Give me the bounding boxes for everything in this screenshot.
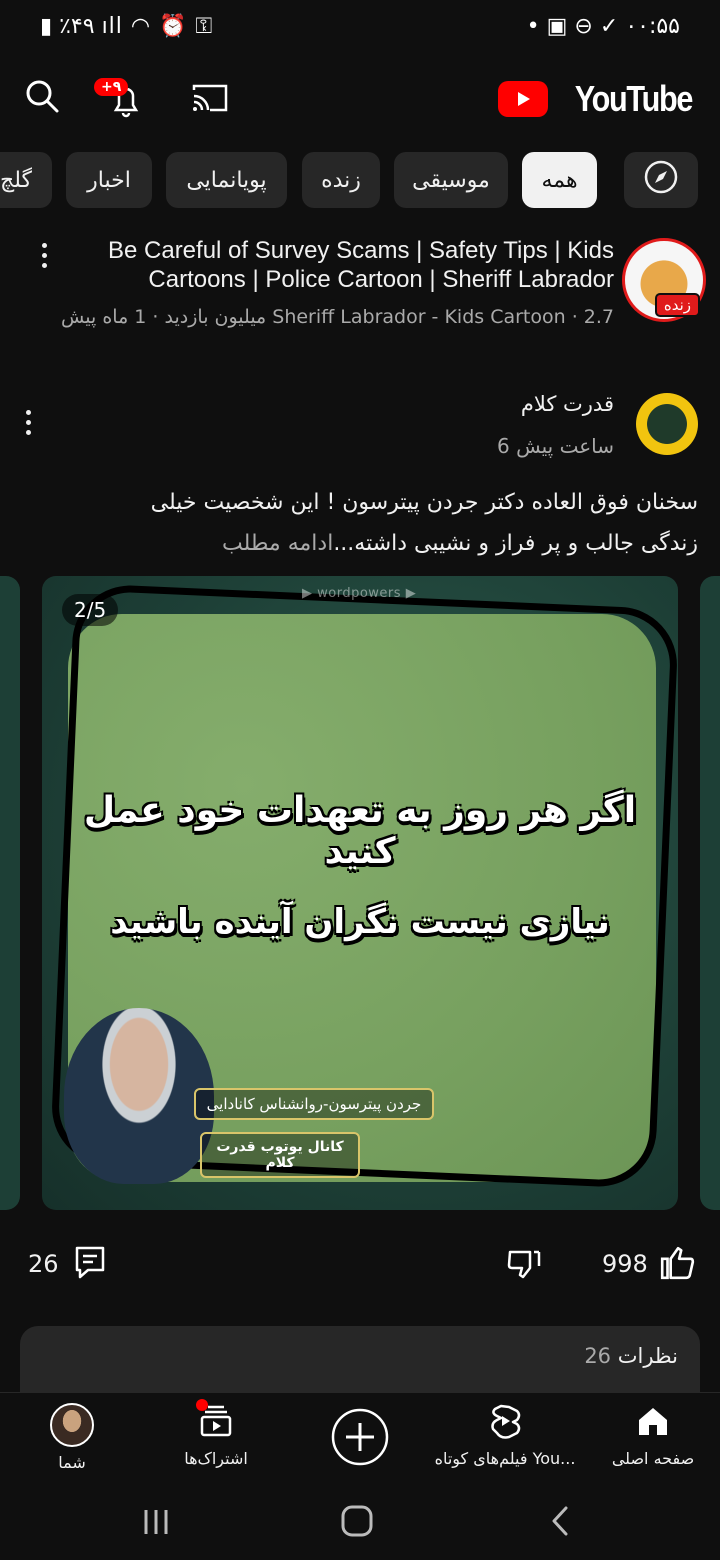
battery-level: ٪۴۹ (59, 14, 95, 39)
status-right: ۰۰:۵۵ ✓ ⊖ ▣ • (527, 14, 680, 39)
like-icon[interactable] (658, 1244, 696, 1282)
nav-subscriptions-label: اشتراک‌ها (184, 1449, 248, 1468)
video-title[interactable]: Be Careful of Survey Scams | Safety Tips… (74, 236, 614, 294)
shorts-icon (487, 1403, 523, 1443)
youtube-logo[interactable]: YouTube (497, 78, 694, 120)
battery-icon: ▮ (40, 14, 53, 39)
comment-icon[interactable] (72, 1244, 108, 1280)
filter-chips: همه موسیقی زنده پویانمایی اخبار گلچ (0, 152, 720, 208)
watermark: ▶ wordpowers ▶ (302, 586, 417, 601)
comments-title: نظرات (617, 1344, 678, 1368)
post-actions: 26 998 (0, 1236, 720, 1296)
search-icon[interactable] (22, 76, 62, 116)
video-title-line1: Be Careful of Survey Scams | Safety Tips… (107, 237, 614, 264)
live-badge: زنده (654, 293, 700, 317)
sim-icon: ▣ (539, 14, 568, 39)
image-counter: 2/5 (62, 594, 119, 626)
post-text-line1: سخنان فوق العاده دکتر جردن پیترسون ! این… (150, 490, 698, 515)
quote-line1: اگر هر روز به تعهدات خود عمل کنید (83, 790, 637, 872)
youtube-wordmark: YouTube (574, 78, 694, 119)
avatar (50, 1403, 94, 1447)
nav-subscriptions[interactable]: اشتراک‌ها (166, 1393, 266, 1483)
notification-badge: +۹ (94, 78, 129, 96)
chip-live[interactable]: زنده (302, 152, 380, 208)
bottom-navigation: صفحه اصلی فیلم‌های کوتاه You... اشتراک‌ه… (0, 1392, 720, 1483)
status-time: ۰۰:۵۵ (625, 14, 680, 39)
video-menu-icon[interactable] (40, 243, 48, 268)
post-text-line2: زندگی جالب و پر فراز و نشیبی داشته...ادا… (18, 523, 698, 564)
chip-all[interactable]: همه (522, 152, 597, 208)
check-icon: ✓ (592, 14, 619, 39)
post-image[interactable]: ▶ wordpowers ▶ 2/5 اگر هر روز به تعهدات … (42, 576, 678, 1210)
post-text[interactable]: سخنان فوق العاده دکتر جردن پیترسون ! این… (18, 482, 698, 564)
dot-icon: • (526, 14, 540, 39)
system-navigation (0, 1482, 720, 1560)
nav-shorts[interactable]: فیلم‌های کوتاه You... (430, 1393, 580, 1483)
post-channel-avatar[interactable] (636, 393, 698, 455)
speaker-photo (64, 1008, 214, 1184)
chip-clips[interactable]: گلچ (0, 152, 52, 208)
nav-home-label: صفحه اصلی (611, 1449, 695, 1468)
chip-animation[interactable]: پویانمایی (166, 152, 287, 208)
likes-count: 998 (602, 1250, 648, 1278)
caption-channel: کانال یوتوب قدرت کلام (200, 1132, 360, 1178)
chip-music[interactable]: موسیقی (394, 152, 508, 208)
new-content-dot (196, 1399, 208, 1411)
quote-line2: نیازی نیست نگران آینده باشید (110, 902, 610, 942)
home-button-icon[interactable] (340, 1504, 374, 1538)
compass-icon (643, 159, 679, 201)
video-title-line2: Cartoons | Police Cartoon | Sheriff Labr… (148, 266, 614, 293)
recent-apps-icon[interactable] (140, 1506, 172, 1538)
nav-you-label: شما (58, 1453, 86, 1472)
status-bar: ▮ ٪۴۹ ıll ◠ ⏰ ⚿ ۰۰:۵۵ ✓ ⊖ ▣ • (0, 0, 720, 56)
back-icon[interactable] (546, 1504, 576, 1538)
comments-count: 26 (28, 1250, 59, 1278)
comments-header: نظرات 26 (584, 1344, 678, 1368)
explore-chip[interactable] (624, 152, 698, 208)
nav-create[interactable] (318, 1393, 402, 1483)
post-channel-name[interactable]: قدرت کلام (521, 392, 614, 416)
dislike-icon[interactable] (506, 1246, 542, 1282)
wifi-icon: ◠ (130, 14, 152, 39)
nav-you[interactable]: شما (32, 1393, 112, 1483)
dnd-icon: ⊖ (567, 14, 593, 39)
watermark-text: wordpowers (317, 586, 402, 601)
nav-home[interactable]: صفحه اصلی (598, 1393, 708, 1483)
youtube-play-icon (497, 81, 548, 117)
alarm-icon: ⏰ (159, 14, 188, 39)
caption-name: جردن پیترسون-روانشناس کانادایی (194, 1088, 434, 1120)
carousel-prev-image[interactable] (0, 576, 20, 1210)
post-time: 6 ساعت پیش (497, 434, 614, 458)
signal-icon: ıll (101, 14, 131, 39)
key-icon: ⚿ (195, 14, 214, 39)
carousel-next-image[interactable] (700, 576, 720, 1210)
cast-icon[interactable] (190, 78, 230, 118)
comments-header-count: 26 (584, 1344, 612, 1368)
read-more-link[interactable]: ادامه مطلب (222, 531, 333, 556)
home-icon (635, 1403, 671, 1443)
create-icon (330, 1407, 390, 1471)
video-meta: Sheriff Labrador - Kids Cartoon · 2.7 می… (61, 306, 614, 328)
nav-shorts-label: فیلم‌های کوتاه You... (434, 1449, 576, 1468)
post-text-line2-body: زندگی جالب و پر فراز و نشیبی داشته... (333, 531, 698, 556)
chip-news[interactable]: اخبار (66, 152, 152, 208)
post-menu-icon[interactable] (24, 410, 32, 435)
status-left: ▮ ٪۴۹ ıll ◠ ⏰ ⚿ (40, 14, 213, 39)
subscriptions-icon (196, 1399, 234, 1443)
